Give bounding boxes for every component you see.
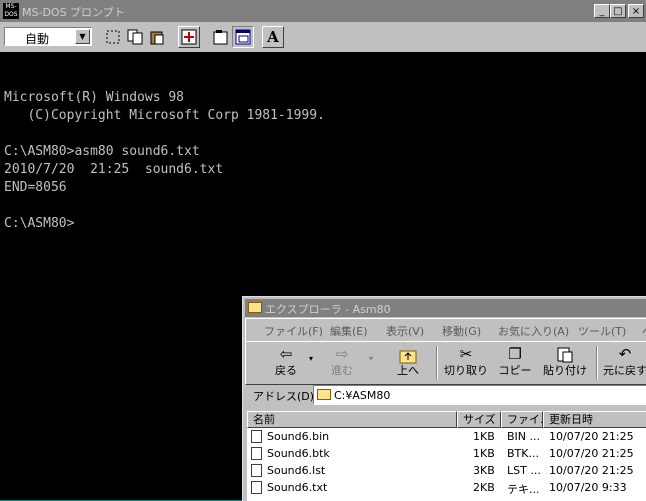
address-bar: アドレス(D) C:¥ASM80 (245, 385, 646, 407)
console-line: END=8056 (4, 180, 67, 195)
file-size: 1KB (473, 430, 495, 443)
column-header-name[interactable]: 名前 (247, 411, 457, 428)
explorer-window: エクスプローラ - Asm80 ファイル(F) 編集(E) 表示(V) 移動(G… (242, 296, 646, 501)
copy-button[interactable]: ❐ コピー (494, 344, 536, 382)
back-button[interactable]: ⇦ 戻る (268, 344, 304, 382)
console-line: Microsoft(R) Windows 98 (4, 90, 185, 105)
undo-icon: ↶ (618, 345, 632, 363)
file-list[interactable]: 名前 サイズ ファイ... 更新日時 Sound6.bin 1KB BIN ..… (247, 411, 646, 501)
table-row[interactable]: Sound6.txt 2KB テキ... 10/07/20 9:33 (247, 479, 646, 496)
undo-button[interactable]: ↶ 元に戻す (600, 344, 646, 382)
explorer-toolbar: ⇦ 戻る ▾ ⇨ 進む ▾ 上へ ✂ 切り取り ❐ コピー 貼り付け ↶ 元に戻… (245, 341, 646, 385)
paste-icon[interactable] (146, 26, 168, 48)
table-row[interactable]: Sound6.bin 1KB BIN ... 10/07/20 21:25 (247, 428, 646, 445)
folder-icon (248, 302, 262, 313)
file-name: Sound6.btk (267, 447, 330, 460)
font-size-select[interactable]: 自動 ▼ (4, 27, 92, 46)
close-button[interactable]: × (628, 4, 644, 18)
file-type: BIN ... (507, 430, 541, 443)
cut-icon: ✂ (459, 345, 473, 363)
file-size: 1KB (473, 447, 495, 460)
address-value: C:¥ASM80 (334, 389, 391, 402)
explorer-window-title: エクスプローラ - Asm80 (265, 303, 391, 316)
menu-go[interactable]: 移動(G) (442, 323, 481, 339)
file-type: LST ... (507, 464, 541, 477)
explorer-menu-bar: ファイル(F) 編集(E) 表示(V) 移動(G) お気に入り(A) ツール(T… (245, 318, 646, 342)
file-icon (251, 430, 262, 443)
forward-icon: ⇨ (335, 345, 349, 363)
dos-title-bar[interactable]: MS-DOS MS-DOS プロンプト _ □ × (0, 0, 646, 22)
forward-button[interactable]: ⇨ 進む (324, 344, 360, 382)
dos-window-title: MS-DOS プロンプト (22, 6, 125, 19)
file-size: 2KB (473, 481, 495, 494)
column-header-modified[interactable]: 更新日時 (543, 411, 646, 428)
file-icon (251, 464, 262, 477)
background-icon[interactable] (232, 26, 254, 48)
address-label: アドレス(D) (253, 390, 315, 403)
console-line: (C)Copyright Microsoft Corp 1981-1999. (4, 108, 325, 123)
file-modified: 10/07/20 21:25 (549, 430, 634, 443)
column-header-size[interactable]: サイズ (457, 411, 501, 428)
up-button[interactable]: 上へ (386, 344, 430, 382)
file-modified: 10/07/20 9:33 (549, 481, 627, 494)
dos-toolbar: 自動 ▼ A (0, 22, 646, 52)
console-line: C:\ASM80>asm80 sound6.txt (4, 144, 200, 159)
paste-icon (540, 344, 590, 364)
file-name: Sound6.bin (267, 430, 330, 443)
address-field[interactable]: C:¥ASM80 (313, 385, 646, 405)
menu-favorites[interactable]: お気に入り(A) (498, 323, 569, 339)
properties-icon[interactable] (210, 26, 232, 48)
folder-icon (317, 389, 331, 400)
table-row[interactable]: Sound6.lst 3KB LST ... 10/07/20 21:25 (247, 462, 646, 479)
minimize-button[interactable]: _ (594, 4, 610, 18)
file-type: テキ... (507, 483, 540, 496)
file-modified: 10/07/20 21:25 (549, 447, 634, 460)
console-line: 2010/7/20 21:25 sound6.txt (4, 162, 224, 177)
file-type: BTK... (507, 447, 539, 460)
up-folder-icon (386, 344, 430, 364)
cut-button[interactable]: ✂ 切り取り (442, 344, 490, 382)
file-icon (251, 447, 262, 460)
file-name: Sound6.lst (267, 464, 326, 477)
menu-view[interactable]: 表示(V) (386, 323, 424, 339)
font-size-value: 自動 (25, 32, 50, 46)
msdos-icon[interactable]: MS-DOS (3, 3, 19, 19)
toolbar-separator (596, 346, 598, 380)
column-header-type[interactable]: ファイ... (501, 411, 543, 428)
file-list-header: 名前 サイズ ファイ... 更新日時 (247, 411, 646, 428)
menu-help[interactable]: ヘ (642, 323, 646, 339)
chevron-down-icon[interactable]: ▼ (75, 29, 90, 44)
console-prompt: C:\ASM80> (4, 216, 75, 231)
copy-icon: ❐ (508, 345, 522, 363)
back-icon: ⇦ (279, 345, 293, 363)
maximize-button[interactable]: □ (610, 4, 626, 18)
mark-icon[interactable] (102, 26, 124, 48)
toolbar-separator (436, 346, 438, 380)
table-row[interactable]: Sound6.btk 1KB BTK... 10/07/20 21:25 (247, 445, 646, 462)
text-file-icon (251, 481, 262, 494)
explorer-title-bar[interactable]: エクスプローラ - Asm80 (245, 299, 646, 317)
file-size: 3KB (473, 464, 495, 477)
file-name: Sound6.txt (267, 481, 328, 494)
menu-file[interactable]: ファイル(F) (264, 323, 323, 339)
font-button[interactable]: A (262, 26, 284, 48)
menu-edit[interactable]: 編集(E) (330, 323, 368, 339)
paste-button[interactable]: 貼り付け (540, 344, 590, 382)
menu-tools[interactable]: ツール(T) (578, 323, 626, 339)
file-modified: 10/07/20 21:25 (549, 464, 634, 477)
copy-icon[interactable] (124, 26, 146, 48)
fullscreen-icon[interactable] (178, 26, 200, 48)
